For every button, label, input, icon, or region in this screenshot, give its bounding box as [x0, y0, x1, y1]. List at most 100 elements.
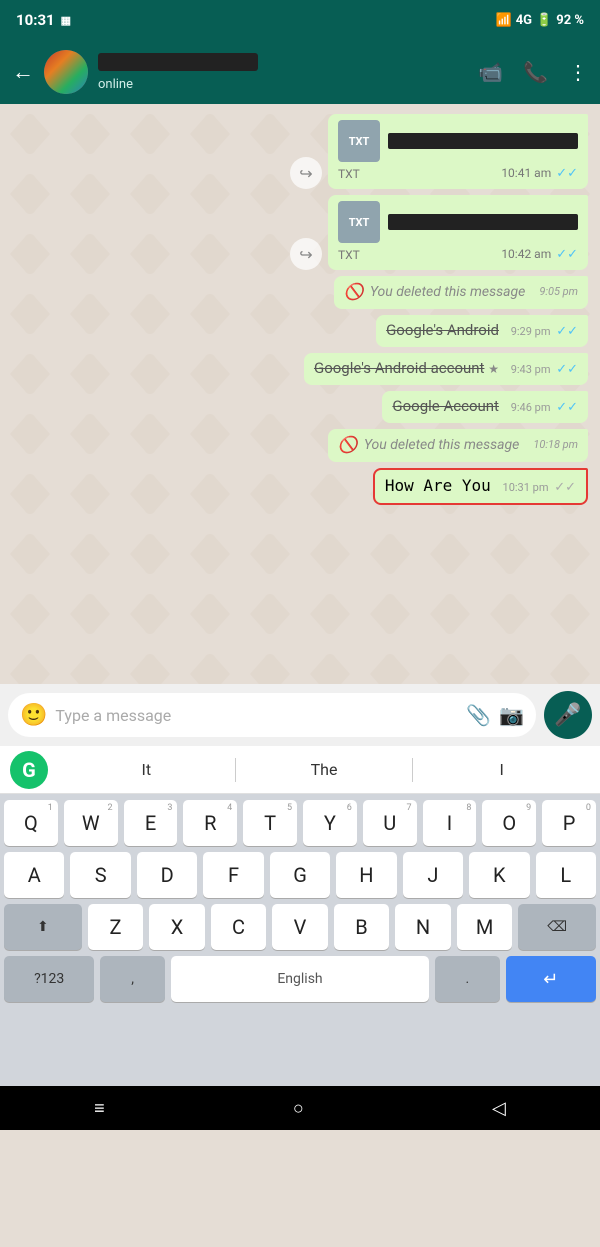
key-row-3: ⬆ Z X C V B N M ⌫ — [4, 904, 596, 950]
key-e[interactable]: 3E — [124, 800, 178, 846]
file-ext-label: TXT — [338, 167, 360, 181]
key-v[interactable]: V — [272, 904, 328, 950]
key-rows: 1Q 2W 3E 4R 5T 6Y 7U 8I 9O 0P A S D F G … — [0, 794, 600, 1086]
message-time: 10:18 pm — [533, 438, 578, 451]
key-i[interactable]: 8I — [423, 800, 477, 846]
message-text: How Are You — [385, 476, 491, 495]
time-display: 10:31 — [16, 11, 55, 29]
key-r[interactable]: 4R — [183, 800, 237, 846]
key-p[interactable]: 0P — [542, 800, 596, 846]
space-key[interactable]: English — [171, 956, 429, 1002]
input-wrapper: 🙂 Type a message 📎 📷 — [8, 693, 536, 737]
key-y[interactable]: 6Y — [303, 800, 357, 846]
message-text: Google Account — [392, 397, 499, 415]
tick-icon: ✓✓ — [556, 362, 578, 377]
suggestion-the[interactable]: The — [236, 760, 413, 779]
message-bubble: Google's Android account ★ 9:43 pm ✓✓ — [304, 353, 588, 385]
message-input[interactable]: Type a message — [55, 706, 458, 725]
key-q[interactable]: 1Q — [4, 800, 58, 846]
forward-icon[interactable]: ↪ — [290, 238, 322, 270]
comma-key[interactable]: , — [100, 956, 165, 1002]
video-call-button[interactable]: 📹 — [478, 60, 503, 84]
deleted-text: You deleted this message — [364, 437, 519, 453]
period-key[interactable]: . — [435, 956, 500, 1002]
emoji-button[interactable]: 🙂 — [20, 703, 47, 728]
key-o[interactable]: 9O — [482, 800, 536, 846]
key-c[interactable]: C — [211, 904, 267, 950]
tick-icon: ✓✓ — [554, 480, 576, 495]
shift-key[interactable]: ⬆ — [4, 904, 82, 950]
deleted-message: 🚫 You deleted this message 10:18 pm — [338, 435, 578, 454]
attach-button[interactable]: 📎 — [466, 703, 491, 727]
key-t[interactable]: 5T — [243, 800, 297, 846]
nav-home-button[interactable]: ○ — [293, 1098, 304, 1119]
message-row: How Are You 10:31 pm ✓✓ — [12, 468, 588, 505]
network-type: 4G — [516, 13, 532, 28]
file-attachment: TXT — [338, 120, 578, 162]
tick-icon: ✓✓ — [556, 400, 578, 415]
key-w[interactable]: 2W — [64, 800, 118, 846]
key-d[interactable]: D — [137, 852, 197, 898]
contact-info: online — [98, 53, 468, 92]
key-x[interactable]: X — [149, 904, 205, 950]
key-row-2: A S D F G H J K L — [4, 852, 596, 898]
message-time: 9:43 pm — [511, 363, 551, 376]
header-actions: 📹 📞 ⋮ — [478, 60, 588, 84]
key-j[interactable]: J — [403, 852, 463, 898]
camera-button[interactable]: 📷 — [499, 703, 524, 727]
nav-menu-button[interactable]: ≡ — [94, 1098, 105, 1119]
file-name — [388, 214, 578, 230]
file-attachment: TXT — [338, 201, 578, 243]
message-row: Google Account 9:46 pm ✓✓ — [12, 391, 588, 423]
bottom-nav: ≡ ○ ◁ — [0, 1086, 600, 1130]
keyboard-suggestions: G It The I — [0, 746, 600, 794]
tick-icon: ✓✓ — [556, 166, 578, 181]
key-b[interactable]: B — [334, 904, 390, 950]
key-row-1: 1Q 2W 3E 4R 5T 6Y 7U 8I 9O 0P — [4, 800, 596, 846]
contact-status: online — [98, 77, 468, 92]
banned-icon: 🚫 — [344, 282, 364, 301]
tick-icon: ✓✓ — [556, 324, 578, 339]
key-a[interactable]: A — [4, 852, 64, 898]
keyboard: G It The I 1Q 2W 3E 4R 5T 6Y 7U 8I 9O 0P… — [0, 746, 600, 1086]
deleted-text: You deleted this message — [370, 284, 525, 300]
contact-avatar[interactable] — [44, 50, 88, 94]
number-mode-key[interactable]: ?123 — [4, 956, 94, 1002]
key-s[interactable]: S — [70, 852, 130, 898]
message-time: 10:41 am ✓✓ — [501, 166, 578, 181]
key-g[interactable]: G — [270, 852, 330, 898]
message-time: 9:29 pm — [511, 325, 551, 338]
forward-icon[interactable]: ↪ — [290, 157, 322, 189]
key-z[interactable]: Z — [88, 904, 144, 950]
key-f[interactable]: F — [203, 852, 263, 898]
chat-area: ↪ TXT TXT 10:41 am ✓✓ ↪ TXT TXT 10:42 am… — [0, 104, 600, 684]
enter-key[interactable]: ↵ — [506, 956, 596, 1002]
message-bubble: TXT TXT 10:41 am ✓✓ — [328, 114, 588, 189]
banned-icon: 🚫 — [338, 435, 358, 454]
contact-name — [98, 53, 258, 71]
key-l[interactable]: L — [536, 852, 596, 898]
key-h[interactable]: H — [336, 852, 396, 898]
battery-level: 92 % — [556, 13, 584, 28]
suggestion-i[interactable]: I — [413, 760, 590, 779]
back-button[interactable]: ← — [12, 59, 34, 85]
grammarly-button[interactable]: G — [10, 751, 48, 789]
nav-back-button[interactable]: ◁ — [492, 1098, 506, 1119]
delete-key[interactable]: ⌫ — [518, 904, 596, 950]
file-name — [388, 133, 578, 149]
message-time: 9:46 pm — [511, 401, 551, 414]
key-u[interactable]: 7U — [363, 800, 417, 846]
voice-call-button[interactable]: 📞 — [523, 60, 548, 84]
chat-header: ← online 📹 📞 ⋮ — [0, 40, 600, 104]
key-m[interactable]: M — [457, 904, 513, 950]
file-info: TXT 10:41 am ✓✓ — [338, 166, 578, 181]
message-row: 🚫 You deleted this message 10:18 pm — [12, 429, 588, 462]
file-type-icon: TXT — [338, 201, 380, 243]
mic-button[interactable]: 🎤 — [544, 691, 592, 739]
more-options-button[interactable]: ⋮ — [568, 60, 588, 84]
suggestion-it[interactable]: It — [58, 760, 235, 779]
signal-icon: ▦ — [61, 14, 71, 27]
key-n[interactable]: N — [395, 904, 451, 950]
key-k[interactable]: K — [469, 852, 529, 898]
file-type-icon: TXT — [338, 120, 380, 162]
